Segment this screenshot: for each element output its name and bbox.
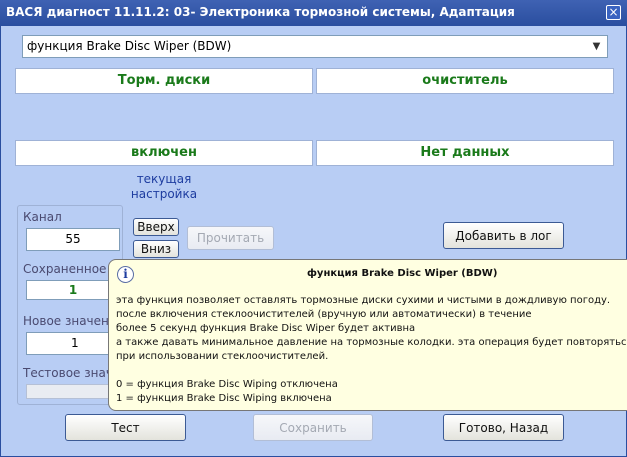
channel-label: Канал	[23, 210, 62, 224]
grid-cell-r2c2: Нет данных	[316, 140, 614, 166]
function-select-value: функция Brake Disc Wiper (BDW)	[27, 39, 232, 53]
tooltip-line: а также давать минимальное давление на т…	[116, 337, 627, 348]
tooltip-line: более 5 секунд функция Brake Disc Wiper …	[116, 323, 416, 334]
channel-down-button[interactable]: Вниз	[133, 240, 179, 258]
close-icon[interactable]: ×	[606, 5, 621, 20]
read-button[interactable]: Прочитать	[187, 226, 274, 250]
function-tooltip: i функция Brake Disc Wiper (BDW) эта фун…	[108, 259, 627, 411]
test-value-label: Тестовое знач	[23, 366, 113, 380]
channel-input[interactable]: 55	[26, 228, 120, 251]
save-button[interactable]: Сохранить	[253, 414, 373, 441]
grid-cell-r1c1: Торм. диски	[15, 68, 313, 94]
window-title: ВАСЯ диагност 11.11.2: 03- Электроника т…	[6, 5, 515, 19]
test-button[interactable]: Тест	[65, 414, 186, 441]
info-icon: i	[117, 266, 134, 283]
grid-cell-r2c1: включен	[15, 140, 313, 166]
saved-value-field: 1	[26, 280, 120, 300]
function-select[interactable]: функция Brake Disc Wiper (BDW) ▼	[22, 35, 608, 58]
tooltip-line: 0 = функция Brake Disc Wiping отключена	[116, 379, 338, 390]
current-setting-label: текущая настройка	[130, 172, 198, 201]
done-back-button[interactable]: Готово, Назад	[443, 414, 564, 441]
title-bar: ВАСЯ диагност 11.11.2: 03- Электроника т…	[0, 0, 627, 26]
tooltip-line: после включения стеклоочистителей (вручн…	[116, 309, 532, 320]
new-value-input[interactable]: 1	[26, 332, 120, 355]
tooltip-line: 1 = функция Brake Disc Wiping включена	[116, 393, 332, 404]
channel-up-button[interactable]: Вверх	[133, 218, 179, 236]
test-value-field	[26, 384, 120, 399]
tooltip-title: функция Brake Disc Wiper (BDW)	[307, 268, 498, 279]
chevron-down-icon[interactable]: ▼	[588, 38, 605, 55]
new-value-label: Новое значени	[23, 314, 117, 328]
grid-cell-r1c2: очиститель	[316, 68, 614, 94]
saved-value-label: Сохраненное з	[23, 262, 117, 276]
tooltip-line: при использовании стеклоочистителей.	[116, 351, 329, 362]
tooltip-line: эта функция позволяет оставлять тормозны…	[116, 295, 611, 306]
add-to-log-button[interactable]: Добавить в лог	[443, 222, 564, 249]
